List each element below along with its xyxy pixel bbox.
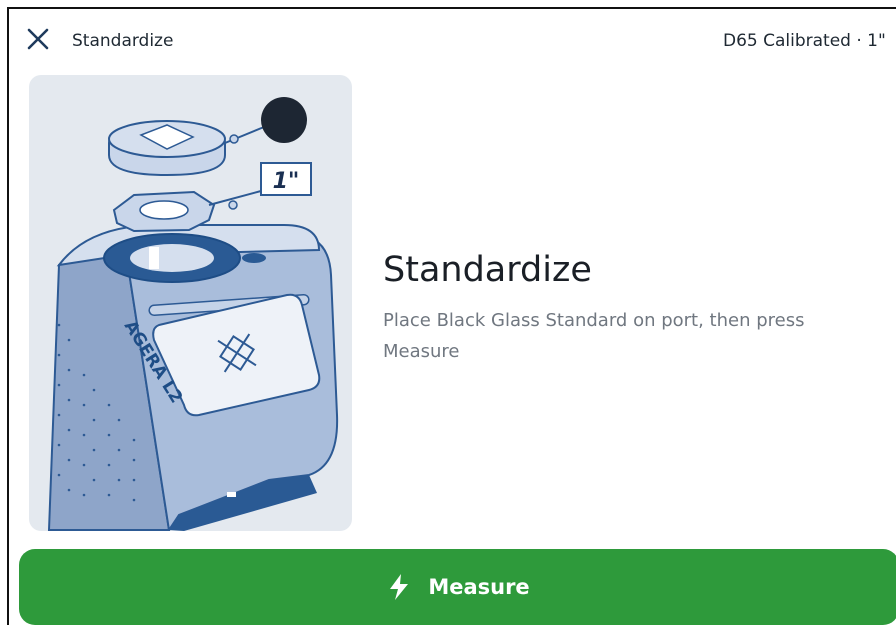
instrument-illustration: AGERA L2 1" [29,75,352,531]
measure-button[interactable]: Measure [19,549,896,625]
step-instructions: Place Black Glass Standard on port, then… [383,310,805,362]
measure-button-label: Measure [428,575,530,599]
close-button[interactable] [25,26,51,52]
device-drawing: AGERA L2 1" [47,97,339,531]
bolt-icon [390,574,409,600]
calibration-status: D65 Calibrated · 1" [723,31,886,51]
black-standard-swatch [261,97,307,143]
header-title: Standardize [72,31,174,51]
close-icon [27,28,49,50]
port-size-label: 1" [273,169,300,194]
step-title: Standardize [383,250,592,290]
